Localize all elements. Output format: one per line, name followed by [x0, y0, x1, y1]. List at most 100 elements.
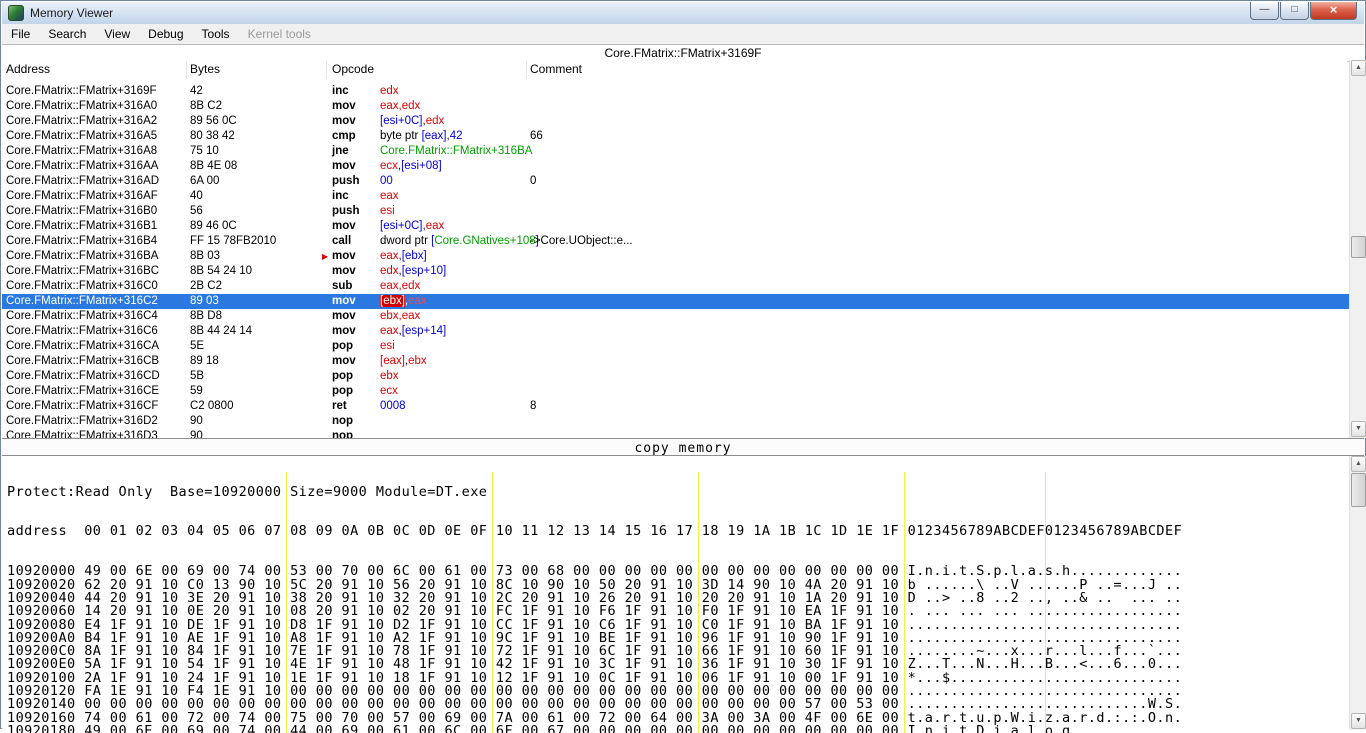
disasm-row[interactable]: Core.FMatrix::FMatrix+316CD5Bpopebx — [2, 369, 1349, 384]
column-header-comment[interactable]: Comment — [530, 62, 582, 76]
menu-search[interactable]: Search — [39, 24, 95, 44]
instruction-opcode: call — [332, 234, 351, 249]
menu-view[interactable]: View — [95, 24, 139, 44]
instruction-bytes: 56 — [190, 204, 203, 219]
instruction-comment: ->Core.UObject::e... — [530, 234, 633, 249]
disasm-row[interactable]: Core.FMatrix::FMatrix+316A0 8B C2 mov eax,e… — [2, 99, 1349, 114]
window-frame: Memory Viewer — □ × FileSearchViewDebugT… — [0, 0, 1366, 729]
operand-token: [esi+08] — [401, 160, 442, 172]
instruction-address: Core.FMatrix::FMatrix+316A8 — [6, 144, 157, 159]
disasm-row[interactable]: Core.FMatrix::FMatrix+316CFC2 0800ret000… — [2, 399, 1349, 414]
instruction-opcode: mov — [332, 159, 356, 174]
operand-token: ebx,eax — [380, 310, 420, 322]
disasm-row[interactable]: Core.FMatrix::FMatrix+316C48B D8movebx,e… — [2, 309, 1349, 324]
instruction-address: Core.FMatrix::FMatrix+316CB — [6, 354, 159, 369]
instruction-address: Core.FMatrix::FMatrix+316AF — [6, 189, 158, 204]
operand-token: ecx — [380, 160, 398, 172]
disasm-row[interactable]: Core.FMatrix::FMatrix+316C02B C2subeax,e… — [2, 279, 1349, 294]
disassembly-scrollbar[interactable]: ▲ ▼ — [1349, 60, 1366, 438]
instruction-opcode: mov — [332, 294, 356, 309]
disassembly-scrollbar-thumb[interactable] — [1351, 236, 1366, 258]
splitter-label: copy memory — [634, 441, 731, 456]
instruction-address: Core.FMatrix::FMatrix+316A0 — [6, 99, 157, 114]
instruction-operands: [eax],ebx — [380, 354, 427, 369]
instruction-operands: byte ptr [eax],42 — [380, 129, 463, 144]
column-separator — [326, 61, 327, 79]
instruction-address: Core.FMatrix::FMatrix+316B1 — [6, 219, 157, 234]
disasm-row[interactable]: Core.FMatrix::FMatrix+316C289 03mov[ebx]… — [2, 294, 1349, 309]
disasm-row[interactable]: Core.FMatrix::FMatrix+316D290nop — [2, 414, 1349, 429]
disasm-row[interactable]: Core.FMatrix::FMatrix+316CE59popecx — [2, 384, 1349, 399]
operand-token: eax — [380, 325, 399, 337]
instruction-operands: 00 — [380, 174, 393, 189]
instruction-opcode: pop — [332, 339, 353, 354]
disasm-row[interactable]: Core.FMatrix::FMatrix+316C68B 44 24 14mo… — [2, 324, 1349, 339]
column-separator — [526, 61, 527, 79]
disasm-row[interactable]: Core.FMatrix::FMatrix+316A580 38 42cmpby… — [2, 129, 1349, 144]
operand-token: eax,edx — [380, 280, 420, 292]
disasm-row[interactable]: Core.FMatrix::FMatrix+3169F42incedx — [2, 84, 1349, 99]
instruction-bytes: 89 56 0C — [190, 114, 237, 129]
scroll-up-icon[interactable]: ▲ — [1351, 60, 1366, 76]
operand-token: [esp+14] — [402, 325, 446, 337]
menu-tools[interactable]: Tools — [193, 24, 239, 44]
instruction-address: Core.FMatrix::FMatrix+316CD — [6, 369, 160, 384]
column-header-opcode[interactable]: Opcode — [332, 62, 374, 76]
operand-token: esi — [380, 205, 395, 217]
instruction-opcode: mov — [332, 99, 356, 114]
disasm-row[interactable]: Core.FMatrix::FMatrix+316AA8B 4E 08movec… — [2, 159, 1349, 174]
operand-token: ebx — [408, 355, 427, 367]
instruction-bytes: 8B C2 — [190, 99, 222, 114]
instruction-bytes: 40 — [190, 189, 203, 204]
instruction-opcode: mov — [332, 309, 356, 324]
instruction-bytes: 5E — [190, 339, 204, 354]
disasm-row[interactable]: Core.FMatrix::FMatrix+316AF40inceax — [2, 189, 1349, 204]
disasm-row[interactable]: Core.FMatrix::FMatrix+316B056pushesi — [2, 204, 1349, 219]
instruction-operands: Core.FMatrix::FMatrix+316BA — [380, 144, 532, 159]
operand-token: [ebx] — [402, 250, 427, 262]
instruction-bytes: 75 10 — [190, 144, 219, 159]
scroll-up-icon[interactable]: ▲ — [1351, 456, 1366, 472]
operand-token: [ebx] — [380, 295, 405, 307]
instruction-opcode: ret — [332, 399, 347, 414]
instruction-bytes: 59 — [190, 384, 203, 399]
maximize-button[interactable]: □ — [1280, 2, 1309, 20]
disasm-row[interactable]: Core.FMatrix::FMatrix+316A875 10jneCore.… — [2, 144, 1349, 159]
title-bar: Memory Viewer — □ × — [2, 2, 1364, 25]
close-button[interactable]: × — [1310, 2, 1357, 20]
app-icon — [8, 5, 24, 21]
instruction-address: Core.FMatrix::FMatrix+316CA — [6, 339, 159, 354]
disasm-row[interactable]: Core.FMatrix::FMatrix+316B4FF 15 78FB201… — [2, 234, 1349, 249]
window-title: Memory Viewer — [30, 2, 113, 24]
instruction-bytes: 89 18 — [190, 354, 219, 369]
disasm-row[interactable]: ▶Core.FMatrix::FMatrix+316BA8B 03moveax,… — [2, 249, 1349, 264]
column-header-address[interactable]: Address — [6, 62, 50, 76]
instruction-bytes: 89 03 — [190, 294, 219, 309]
disasm-row[interactable]: Core.FMatrix::FMatrix+316CB89 18mov[eax]… — [2, 354, 1349, 369]
instruction-address: Core.FMatrix::FMatrix+316CF — [6, 399, 158, 414]
current-address-bar[interactable]: Core.FMatrix::FMatrix+3169F — [2, 44, 1364, 62]
splitter-bar[interactable]: copy memory — [2, 438, 1364, 456]
disasm-row[interactable]: Core.FMatrix::FMatrix+316BC8B 54 24 10mo… — [2, 264, 1349, 279]
instruction-bytes: 8B 44 24 14 — [190, 324, 252, 339]
column-separator — [186, 61, 187, 79]
instruction-address: Core.FMatrix::FMatrix+3169F — [6, 84, 157, 99]
disasm-row[interactable]: Core.FMatrix::FMatrix+316B189 46 0Cmov[e… — [2, 219, 1349, 234]
operand-token: eax — [408, 295, 427, 307]
disasm-row[interactable]: Core.FMatrix::FMatrix+316AD6A 00push000 — [2, 174, 1349, 189]
minimize-button[interactable]: — — [1250, 2, 1279, 20]
operand-token: eax,edx — [380, 100, 420, 112]
menu-debug[interactable]: Debug — [139, 24, 192, 44]
instruction-operands: edx — [380, 84, 399, 99]
disasm-row[interactable]: Core.FMatrix::FMatrix+316A289 56 0Cmov[e… — [2, 114, 1349, 129]
column-header-bytes[interactable]: Bytes — [190, 62, 220, 76]
instruction-address: Core.FMatrix::FMatrix+316AD — [6, 174, 159, 189]
menu-file[interactable]: File — [2, 24, 39, 44]
instruction-operands: eax,edx — [380, 279, 420, 294]
instruction-opcode: mov — [332, 264, 356, 279]
instruction-comment: 8 — [530, 399, 536, 414]
disasm-row[interactable]: Core.FMatrix::FMatrix+316CA5Epopesi — [2, 339, 1349, 354]
scroll-down-icon[interactable]: ▼ — [1351, 421, 1366, 437]
operand-token: [esp+10] — [402, 265, 446, 277]
instruction-bytes: C2 0800 — [190, 399, 233, 414]
